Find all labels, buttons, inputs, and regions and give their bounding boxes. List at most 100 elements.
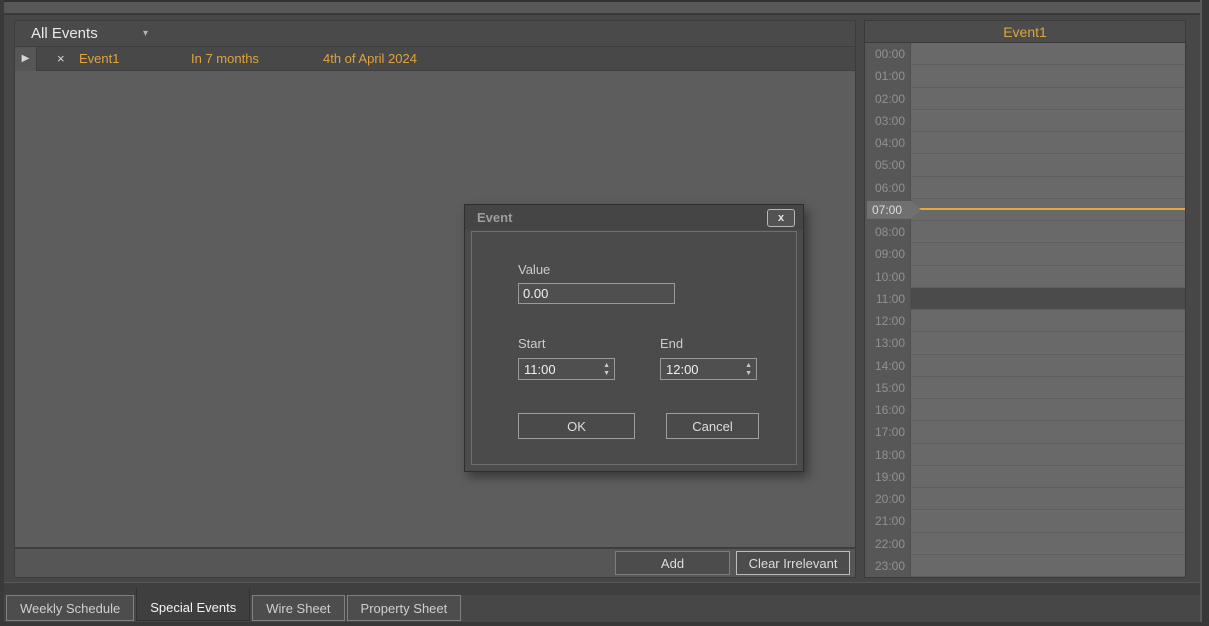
timeline-hour-cell[interactable]: [911, 332, 1185, 354]
timeline-row: 14:00: [865, 355, 1185, 377]
start-time-stepper: ▲ ▼: [603, 360, 610, 378]
event-date: 4th of April 2024: [323, 51, 417, 66]
ok-button[interactable]: OK: [518, 413, 635, 439]
timeline-hour-label: 20:00: [865, 488, 911, 510]
time-marker-line: [911, 208, 1185, 210]
timeline-row: 07:00: [865, 199, 1185, 221]
add-button[interactable]: Add: [615, 551, 730, 575]
timeline-hour-cell[interactable]: [911, 377, 1185, 399]
event-list-row[interactable]: ▶ × Event1 In 7 months 4th of April 2024: [15, 47, 855, 71]
window-bottom-edge: [0, 622, 1209, 626]
stepper-down-icon[interactable]: ▼: [603, 370, 610, 377]
timeline-row: 12:00: [865, 310, 1185, 332]
timeline-hour-label: 19:00: [865, 466, 911, 488]
timeline-title: Event1: [865, 21, 1185, 43]
timeline-hour-cell[interactable]: [911, 466, 1185, 488]
timeline-hour-label: 09:00: [865, 243, 911, 265]
timeline-row: 10:00: [865, 266, 1185, 288]
timeline-row: 13:00: [865, 332, 1185, 354]
timeline-hour-label: 07:00: [865, 199, 911, 221]
event-relative-time: In 7 months: [191, 51, 259, 66]
timeline-hour-cell[interactable]: [911, 533, 1185, 555]
events-filter-label[interactable]: All Events: [31, 25, 98, 42]
timeline-hour-label: 08:00: [865, 221, 911, 243]
end-time-stepper: ▲ ▼: [745, 360, 752, 378]
time-marker-pointer: 07:00: [867, 201, 921, 219]
window-left-edge: [0, 0, 4, 626]
tab-special-events[interactable]: Special Events: [136, 588, 250, 621]
tab-bar: Weekly ScheduleSpecial EventsWire SheetP…: [6, 595, 461, 621]
timeline-hour-label: 00:00: [865, 43, 911, 65]
timeline-hour-label: 11:00: [865, 288, 911, 310]
end-label: End: [660, 336, 683, 351]
timeline-row: 18:00: [865, 444, 1185, 466]
value-field[interactable]: [518, 283, 675, 304]
timeline-hour-cell[interactable]: [911, 221, 1185, 243]
timeline-hour-cell[interactable]: [911, 110, 1185, 132]
timeline-hour-label: 21:00: [865, 510, 911, 532]
stepper-down-icon[interactable]: ▼: [745, 370, 752, 377]
timeline-hour-cell[interactable]: [911, 43, 1185, 65]
timeline-row: 11:00: [865, 288, 1185, 310]
timeline-row: 03:00: [865, 110, 1185, 132]
timeline-hour-cell[interactable]: [911, 199, 1185, 221]
timeline-rows: 00:0001:0002:0003:0004:0005:0006:0007:00…: [865, 43, 1185, 577]
timeline-hour-cell[interactable]: [911, 88, 1185, 110]
timeline-hour-label: 16:00: [865, 399, 911, 421]
timeline-hour-cell[interactable]: [911, 421, 1185, 443]
timeline-hour-label: 10:00: [865, 266, 911, 288]
timeline-row: 15:00: [865, 377, 1185, 399]
timeline-hour-cell[interactable]: [911, 510, 1185, 532]
window-top-edge: [0, 0, 1209, 15]
timeline-hour-cell[interactable]: [911, 154, 1185, 176]
start-time-field[interactable]: [518, 358, 615, 380]
timeline-hour-cell[interactable]: [911, 243, 1185, 265]
event-name[interactable]: Event1: [79, 51, 119, 66]
close-icon[interactable]: x: [767, 209, 795, 227]
timeline-hour-label: 06:00: [865, 177, 911, 199]
timeline-row: 06:00: [865, 177, 1185, 199]
cancel-button[interactable]: Cancel: [666, 413, 759, 439]
tab-weekly-schedule[interactable]: Weekly Schedule: [6, 595, 134, 621]
tab-wire-sheet[interactable]: Wire Sheet: [252, 595, 344, 621]
timeline-hour-label: 22:00: [865, 533, 911, 555]
timeline-row: 09:00: [865, 243, 1185, 265]
start-label: Start: [518, 336, 545, 351]
timeline-hour-cell[interactable]: [911, 310, 1185, 332]
timeline-row: 04:00: [865, 132, 1185, 154]
timeline-row: 23:00: [865, 555, 1185, 577]
events-panel-footer: Add Clear Irrelevant: [15, 547, 855, 577]
timeline-hour-cell[interactable]: [911, 555, 1185, 577]
event-dialog-body: Value Start ▲ ▼ End ▲ ▼ OK Cancel: [471, 231, 797, 465]
timeline-hour-cell[interactable]: [911, 399, 1185, 421]
timeline-hour-cell[interactable]: [911, 488, 1185, 510]
clear-irrelevant-button[interactable]: Clear Irrelevant: [736, 551, 850, 575]
timeline-hour-cell[interactable]: [911, 65, 1185, 87]
row-expand-arrow-icon[interactable]: ▶: [15, 47, 37, 71]
timeline-hour-label: 03:00: [865, 110, 911, 132]
timeline-row: 01:00: [865, 65, 1185, 87]
timeline-hour-cell[interactable]: [911, 444, 1185, 466]
end-time-field[interactable]: [660, 358, 757, 380]
timeline-hour-label: 05:00: [865, 154, 911, 176]
stepper-up-icon[interactable]: ▲: [745, 362, 752, 369]
event-dialog-titlebar[interactable]: Event x: [465, 205, 803, 230]
timeline-row: 05:00: [865, 154, 1185, 176]
timeline-hour-cell[interactable]: [911, 132, 1185, 154]
timeline-hour-label: 18:00: [865, 444, 911, 466]
stepper-up-icon[interactable]: ▲: [603, 362, 610, 369]
row-delete-icon[interactable]: ×: [57, 51, 65, 66]
tab-property-sheet[interactable]: Property Sheet: [347, 595, 462, 621]
events-filter-bar[interactable]: All Events ▾: [15, 21, 855, 47]
timeline-hour-label: 15:00: [865, 377, 911, 399]
timeline-row: 19:00: [865, 466, 1185, 488]
timeline-hour-cell[interactable]: [911, 266, 1185, 288]
timeline-hour-cell[interactable]: [911, 288, 1185, 310]
timeline-row: 00:00: [865, 43, 1185, 65]
chevron-down-icon[interactable]: ▾: [143, 28, 148, 39]
timeline-hour-cell[interactable]: [911, 177, 1185, 199]
timeline-row: 08:00: [865, 221, 1185, 243]
timeline-hour-cell[interactable]: [911, 355, 1185, 377]
timeline-hour-label: 12:00: [865, 310, 911, 332]
timeline-hour-label: 17:00: [865, 421, 911, 443]
